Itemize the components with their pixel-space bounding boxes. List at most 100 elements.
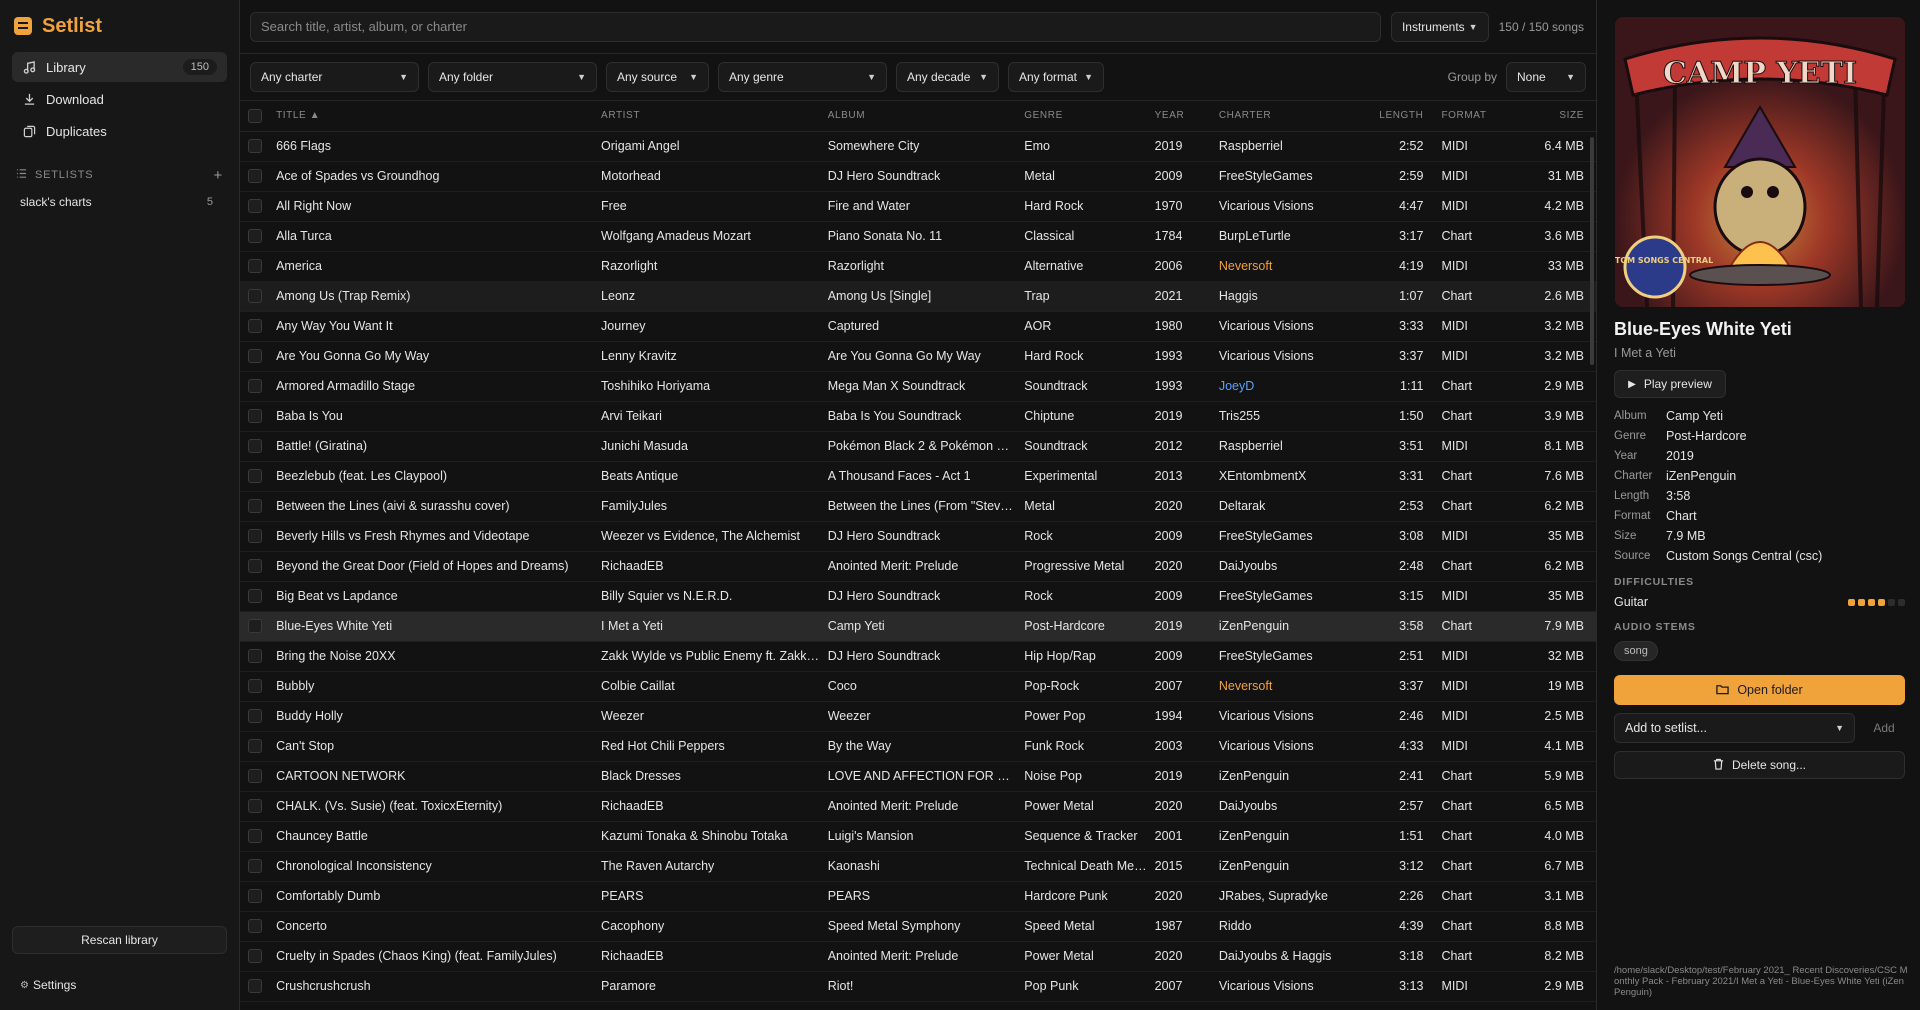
sidebar-item-download[interactable]: Download	[12, 84, 227, 114]
table-row[interactable]: Chauncey Battle Kazumi Tonaka & Shinobu T…	[240, 821, 1596, 852]
row-checkbox[interactable]	[248, 709, 262, 724]
row-checkbox-cell[interactable]	[240, 791, 277, 822]
table-row[interactable]: Battle! (Giratina) Junichi Masuda Pokémon …	[240, 431, 1596, 462]
row-checkbox[interactable]	[248, 229, 262, 244]
table-row[interactable]: 666 Flags Origami Angel Somewhere City Emo 2…	[240, 131, 1596, 162]
row-checkbox[interactable]	[248, 889, 262, 904]
table-row[interactable]: CHALK. (Vs. Susie) (feat. ToxicxEternity…	[240, 791, 1596, 822]
search-input[interactable]	[250, 11, 1381, 42]
row-checkbox-cell[interactable]	[240, 131, 277, 162]
row-checkbox[interactable]	[248, 169, 262, 184]
table-row[interactable]: Beezlebub (feat. Les Claypool) Beats Anti…	[240, 461, 1596, 492]
row-checkbox-cell[interactable]	[240, 191, 277, 222]
instruments-dropdown[interactable]: Instruments ▼	[1390, 11, 1489, 42]
row-checkbox[interactable]	[248, 499, 262, 514]
table-row[interactable]: All Right Now Free Fire and Water Hard Rock…	[240, 191, 1596, 222]
row-checkbox[interactable]	[248, 859, 262, 874]
select-all-checkbox[interactable]	[248, 108, 262, 123]
row-checkbox-cell[interactable]	[240, 611, 277, 642]
row-checkbox-cell[interactable]	[240, 851, 277, 882]
table-row[interactable]: Chronological Inconsistency The Raven Aut…	[240, 851, 1596, 882]
row-checkbox-cell[interactable]	[240, 941, 277, 972]
row-checkbox[interactable]	[248, 799, 262, 814]
row-checkbox-cell[interactable]	[240, 551, 277, 582]
table-row[interactable]: Any Way You Want It Journey Captured AOR 198…	[240, 311, 1596, 342]
row-checkbox-cell[interactable]	[240, 881, 277, 912]
row-checkbox[interactable]	[248, 829, 262, 844]
table-row[interactable]: Ace of Spades vs Groundhog Motorhead DJ He…	[240, 161, 1596, 192]
row-checkbox-cell[interactable]	[240, 581, 277, 612]
row-checkbox[interactable]	[248, 979, 262, 994]
table-row[interactable]: Blue-Eyes White Yeti I Met a Yeti Camp Yet…	[240, 611, 1596, 642]
row-checkbox[interactable]	[248, 439, 262, 454]
table-row[interactable]: CARTOON NETWORK Black Dresses LOVE AND AFF…	[240, 761, 1596, 792]
settings-link[interactable]: ⚙ Settings	[20, 978, 76, 992]
sidebar-item-library[interactable]: Library 150	[12, 52, 227, 82]
play-preview-button[interactable]: ▶ Play preview	[1614, 370, 1726, 398]
row-checkbox[interactable]	[248, 319, 262, 334]
select-all-checkbox-cell[interactable]	[240, 101, 277, 132]
delete-song-button[interactable]: Delete song...	[1614, 751, 1905, 779]
table-row[interactable]: Big Beat vs Lapdance Billy Squier vs N.E.…	[240, 581, 1596, 612]
row-checkbox[interactable]	[248, 409, 262, 424]
table-scrollbar[interactable]	[1590, 137, 1594, 365]
row-checkbox-cell[interactable]	[240, 431, 277, 462]
decade-filter[interactable]: Any decade ▼	[896, 62, 999, 92]
column-header-charter[interactable]: CHARTER	[1218, 101, 1375, 132]
column-header-year[interactable]: YEAR	[1154, 101, 1219, 132]
row-checkbox[interactable]	[248, 919, 262, 934]
row-checkbox-cell[interactable]	[240, 341, 277, 372]
row-checkbox-cell[interactable]	[240, 731, 277, 762]
row-checkbox[interactable]	[248, 199, 262, 214]
rescan-library-button[interactable]: Rescan library	[12, 926, 227, 954]
charter-filter[interactable]: Any charter ▼	[250, 62, 419, 92]
row-checkbox-cell[interactable]	[240, 311, 277, 342]
row-checkbox[interactable]	[248, 679, 262, 694]
sidebar-item-duplicates[interactable]: Duplicates	[12, 116, 227, 146]
row-checkbox[interactable]	[248, 139, 262, 154]
table-row[interactable]: Concerto Cacophony Speed Metal Symphony Spe…	[240, 911, 1596, 942]
row-checkbox-cell[interactable]	[240, 821, 277, 852]
table-row[interactable]: Bring the Noise 20XX Zakk Wylde vs Public…	[240, 641, 1596, 672]
table-row[interactable]: Can't Stop Red Hot Chili Peppers By the Wa…	[240, 731, 1596, 762]
row-checkbox-cell[interactable]	[240, 491, 277, 522]
source-filter[interactable]: Any source ▼	[606, 62, 709, 92]
row-checkbox[interactable]	[248, 619, 262, 634]
row-checkbox-cell[interactable]	[240, 221, 277, 252]
row-checkbox-cell[interactable]	[240, 461, 277, 492]
table-row[interactable]: Beyond the Great Door (Field of Hopes an…	[240, 551, 1596, 582]
table-row[interactable]: Armored Armadillo Stage Toshihiko Horiyam…	[240, 371, 1596, 402]
row-checkbox[interactable]	[248, 589, 262, 604]
add-button[interactable]: Add	[1863, 713, 1905, 743]
open-folder-button[interactable]: Open folder	[1614, 675, 1905, 705]
setlist-item[interactable]: slack's charts 5	[12, 188, 227, 216]
row-checkbox[interactable]	[248, 739, 262, 754]
table-row[interactable]: Baba Is You Arvi Teikari Baba Is You Sound…	[240, 401, 1596, 432]
row-checkbox-cell[interactable]	[240, 671, 277, 702]
row-checkbox[interactable]	[248, 469, 262, 484]
folder-filter[interactable]: Any folder ▼	[428, 62, 597, 92]
table-row[interactable]: Among Us (Trap Remix) Leonz Among Us [Sing…	[240, 281, 1596, 312]
row-checkbox-cell[interactable]	[240, 371, 277, 402]
row-checkbox[interactable]	[248, 949, 262, 964]
row-checkbox[interactable]	[248, 649, 262, 664]
table-row[interactable]: America Razorlight Razorlight Alternative 20…	[240, 251, 1596, 282]
table-row[interactable]: Comfortably Dumb PEARS PEARS Hardcore Punk 2…	[240, 881, 1596, 912]
row-checkbox-cell[interactable]	[240, 161, 277, 192]
row-checkbox-cell[interactable]	[240, 911, 277, 942]
column-header-length[interactable]: LENGTH	[1374, 101, 1432, 132]
column-header-album[interactable]: ALBUM	[827, 101, 1025, 132]
column-header-genre[interactable]: GENRE	[1024, 101, 1155, 132]
table-row[interactable]: Are You Gonna Go My Way Lenny Kravitz Are …	[240, 341, 1596, 372]
row-checkbox[interactable]	[248, 289, 262, 304]
row-checkbox-cell[interactable]	[240, 641, 277, 672]
column-header-artist[interactable]: ARTIST	[601, 101, 828, 132]
table-row[interactable]: Between the Lines (aivi & surasshu cover…	[240, 491, 1596, 522]
row-checkbox-cell[interactable]	[240, 521, 277, 552]
table-row[interactable]: Alla Turca Wolfgang Amadeus Mozart Piano S…	[240, 221, 1596, 252]
row-checkbox[interactable]	[248, 529, 262, 544]
column-header-size[interactable]: SIZE	[1493, 101, 1596, 132]
row-checkbox-cell[interactable]	[240, 701, 277, 732]
row-checkbox[interactable]	[248, 769, 262, 784]
column-header-format[interactable]: FORMAT	[1431, 101, 1494, 132]
